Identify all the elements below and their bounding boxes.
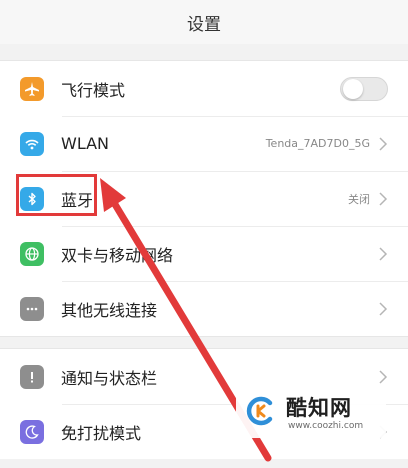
settings-header: 设置 bbox=[0, 0, 408, 44]
chevron-right-icon bbox=[379, 246, 388, 261]
settings-item-dual-sim[interactable]: 双卡与移动网络 bbox=[0, 226, 408, 281]
airplane-mode-label: 飞行模式 bbox=[61, 80, 126, 100]
notification-icon bbox=[20, 364, 44, 389]
notifications-label: 通知与状态栏 bbox=[61, 368, 158, 388]
wlan-network-name: Tenda_7AD7D0_5G bbox=[265, 137, 370, 150]
watermark-name: 酷知网 bbox=[286, 396, 352, 420]
globe-icon bbox=[20, 241, 44, 266]
chevron-right-icon bbox=[379, 369, 388, 384]
dual-sim-label: 双卡与移动网络 bbox=[61, 245, 174, 265]
watermark: 酷知网 www.coozhi.com bbox=[236, 388, 386, 438]
chevron-right-icon bbox=[379, 191, 388, 206]
watermark-url: www.coozhi.com bbox=[288, 421, 364, 431]
settings-item-wlan[interactable]: WLAN Tenda_7AD7D0_5G bbox=[0, 116, 408, 171]
airplane-mode-toggle[interactable] bbox=[340, 76, 388, 101]
moon-icon bbox=[20, 419, 44, 444]
other-wireless-label: 其他无线连接 bbox=[61, 300, 158, 320]
more-dots-icon bbox=[20, 296, 44, 321]
bluetooth-status: 关闭 bbox=[348, 192, 370, 206]
chevron-right-icon bbox=[379, 301, 388, 316]
airplane-icon bbox=[20, 76, 44, 101]
wlan-label: WLAN bbox=[61, 134, 110, 153]
bluetooth-highlight-box bbox=[16, 174, 97, 216]
wifi-icon bbox=[20, 131, 44, 156]
settings-item-other-wireless[interactable]: 其他无线连接 bbox=[0, 281, 408, 336]
page-title: 设置 bbox=[187, 14, 221, 35]
settings-item-airplane-mode[interactable]: 飞行模式 bbox=[0, 61, 408, 116]
chevron-right-icon bbox=[379, 136, 388, 151]
do-not-disturb-label: 免打扰模式 bbox=[61, 423, 142, 443]
coozhi-logo-icon bbox=[246, 396, 273, 426]
toggle-knob bbox=[343, 78, 363, 99]
